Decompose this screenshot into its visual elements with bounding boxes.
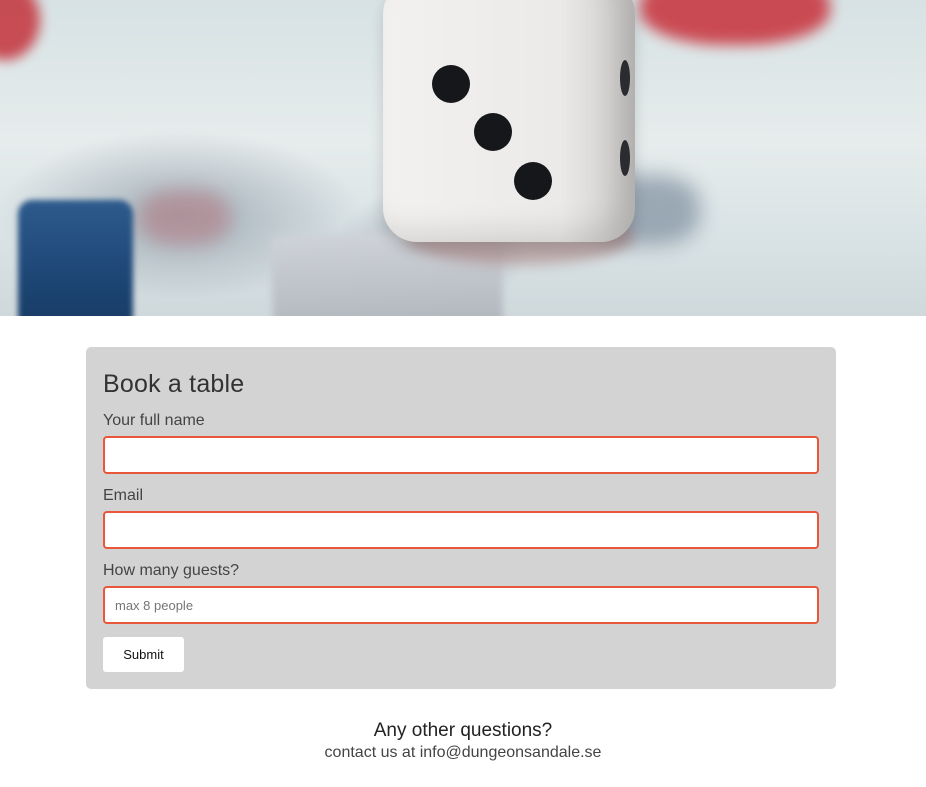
contact-question: Any other questions?: [373, 720, 553, 741]
contact-section: Any other questions? contact us at info@…: [0, 719, 926, 763]
die-pip: [474, 113, 512, 151]
guests-label: How many guests?: [103, 562, 240, 579]
contact-prefix: contact us at: [324, 744, 420, 761]
hero-image: [0, 0, 926, 316]
red-game-piece-shape: [640, 0, 830, 45]
die-pip: [432, 65, 470, 103]
guests-input[interactable]: [103, 586, 819, 624]
full-name-label: Your full name: [103, 412, 205, 429]
board-pattern-shape: [140, 190, 230, 245]
booking-form: Book a table Your full name Email How ma…: [86, 347, 836, 689]
email-input[interactable]: [103, 511, 819, 549]
contact-line: contact us at info@dungeonsandale.se: [0, 743, 926, 763]
full-name-input[interactable]: [103, 436, 819, 474]
red-game-piece-shape: [0, 0, 40, 60]
submit-button[interactable]: Submit: [103, 637, 184, 672]
die-pip: [620, 140, 630, 176]
email-label: Email: [103, 487, 144, 504]
contact-email: info@dungeonsandale.se: [419, 744, 602, 761]
die-pip: [620, 60, 630, 96]
die-pip: [514, 162, 552, 200]
blue-game-piece-shape: [18, 200, 133, 316]
booking-title: Book a table: [103, 370, 245, 398]
